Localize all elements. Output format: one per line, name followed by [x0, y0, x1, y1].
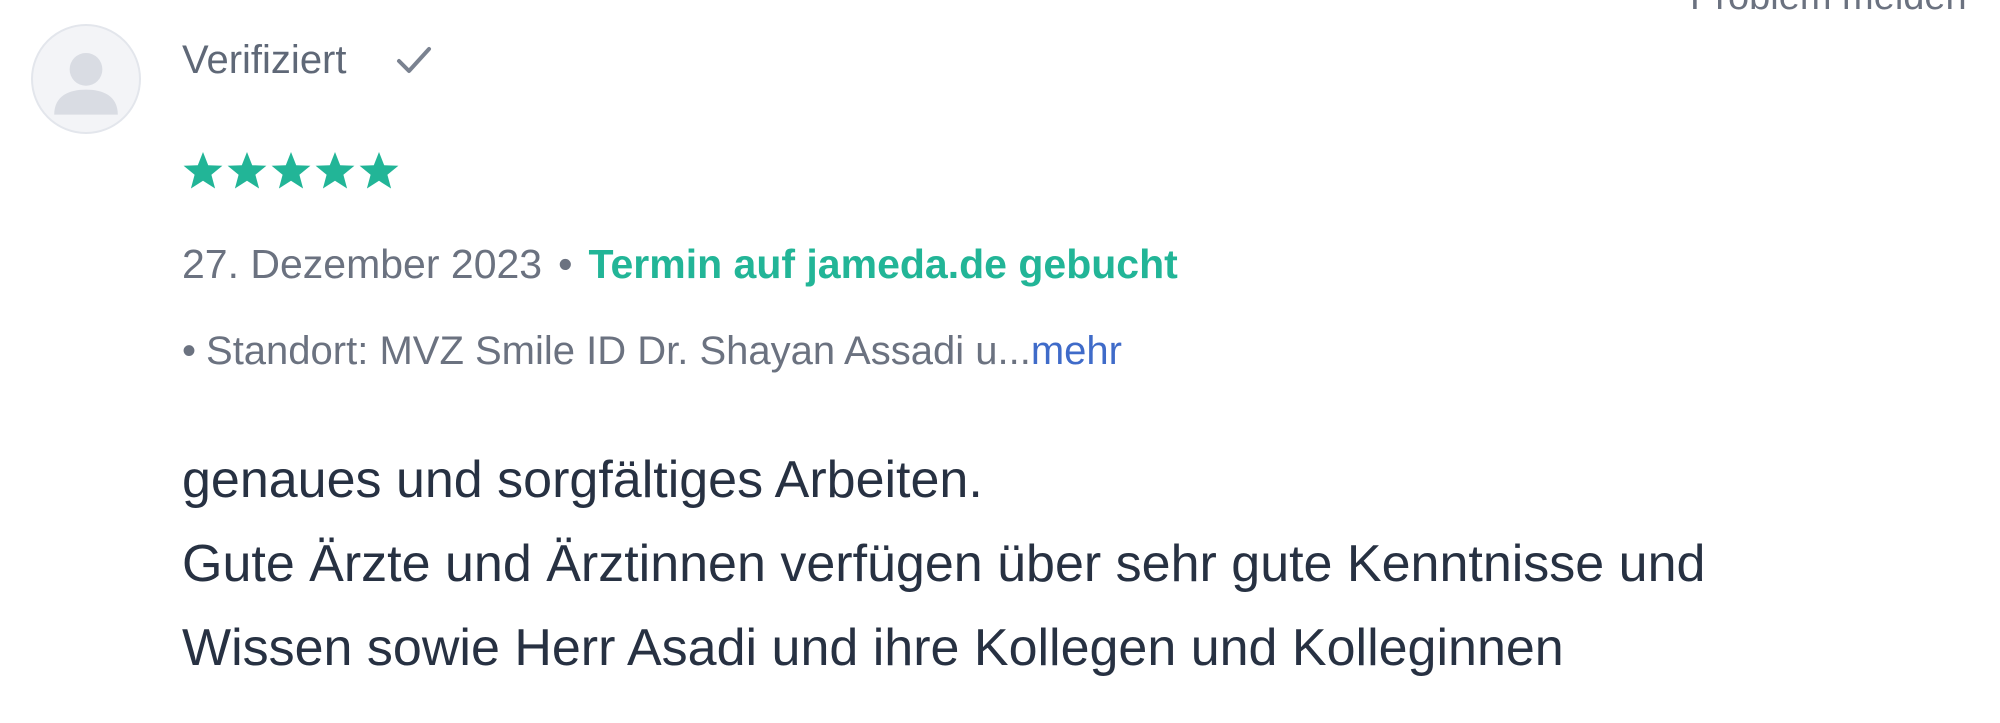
verified-label: Verifiziert — [182, 37, 347, 82]
location-row: • Standort: MVZ Smile ID Dr. Shayan Assad… — [182, 324, 1122, 378]
review-text: genaues und sorgfältiges Arbeiten. Gute … — [182, 438, 1962, 690]
review-line: genaues und sorgfältiges Arbeiten. — [182, 451, 983, 509]
review-line: Wissen sowie Herr Asadi und ihre Kollege… — [182, 619, 1564, 677]
star-rating — [182, 150, 400, 192]
meta-separator: • — [558, 241, 573, 287]
more-link[interactable]: mehr — [1031, 329, 1122, 373]
verified-row: Verifiziert — [182, 30, 437, 90]
checkmark-icon — [391, 37, 437, 83]
review-meta: 27. Dezember 2023 • Termin auf jameda.de g… — [182, 236, 1178, 292]
user-avatar-icon — [31, 24, 141, 134]
report-problem-link[interactable]: Problem melden — [1690, 0, 1967, 19]
review-line: Gute Ärzte und Ärztinnen verfügen über s… — [182, 535, 1706, 593]
star-icon — [182, 150, 224, 192]
location-text: Standort: MVZ Smile ID Dr. Shayan Assadi… — [206, 329, 1031, 373]
star-icon — [270, 150, 312, 192]
star-icon — [358, 150, 400, 192]
location-bullet: • — [182, 329, 197, 373]
star-icon — [226, 150, 268, 192]
booked-badge: Termin auf jameda.de gebucht — [588, 241, 1178, 287]
review-date: 27. Dezember 2023 — [182, 241, 543, 287]
star-icon — [314, 150, 356, 192]
